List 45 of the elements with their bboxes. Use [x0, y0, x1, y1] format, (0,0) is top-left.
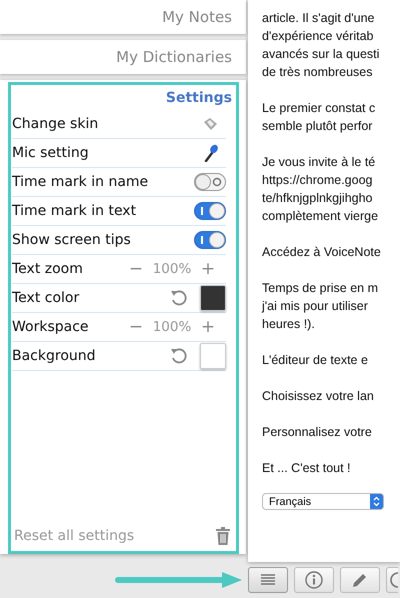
decrease-button[interactable]: − [122, 317, 150, 337]
toolbar-button[interactable] [340, 567, 380, 593]
toggle-switch[interactable] [194, 231, 226, 249]
toggle-switch[interactable] [194, 202, 226, 220]
setting-label: Show screen tips [12, 232, 131, 248]
setting-label: Change skin [12, 116, 98, 132]
paragraph: Et ... C'est tout ! [262, 460, 352, 477]
stepper-arrows-icon [370, 494, 383, 509]
increase-button[interactable]: + [194, 317, 222, 337]
toolbar-button[interactable] [248, 567, 288, 593]
paragraph: Personnalisez votre [262, 424, 373, 441]
nav-tab[interactable]: My Notes [162, 8, 232, 26]
color-swatch[interactable] [200, 285, 226, 311]
color-swatch[interactable] [200, 343, 226, 369]
paragraph: Temps de prise en m j'ai mis pour utiliser heures !). [262, 280, 380, 333]
paragraph: Je vous invite à le té https://chrome.goog te/hfknjgplnkgjihgho complètement vierge [262, 154, 380, 225]
setting-label: Workspace [12, 319, 89, 335]
microphone-icon [204, 144, 218, 162]
setting-label: Mic setting [12, 145, 89, 161]
reset-link[interactable]: Reset all settings [14, 528, 134, 544]
toggle-switch[interactable] [194, 173, 226, 191]
info-icon [305, 571, 323, 589]
paragraph: Accédez à VoiceNote [262, 244, 382, 261]
setting-label: Text zoom [12, 261, 83, 277]
reset-icon[interactable] [170, 347, 188, 365]
toolbar-button[interactable] [294, 567, 334, 593]
pencil-icon [352, 572, 368, 588]
toolbar-button[interactable] [386, 567, 398, 593]
paragraph: Le premier constat c semble plutôt perfor [262, 100, 376, 135]
setting-label: Time mark in text [12, 203, 136, 219]
setting-label: Time mark in name [12, 174, 148, 190]
trash-icon[interactable] [216, 527, 230, 545]
language-select[interactable]: Français [262, 493, 384, 510]
increase-button[interactable]: + [194, 259, 222, 279]
paragraph: Choisissez votre lan [262, 388, 375, 405]
zoom-value: 100% [152, 261, 192, 277]
list-icon [261, 574, 275, 586]
reset-icon[interactable] [170, 289, 188, 307]
setting-label: Background [12, 348, 96, 364]
setting-label: Text color [12, 290, 80, 306]
zoom-value: 100% [152, 319, 192, 335]
paragraph: article. Il s'agit d'une d'expérience véritab avancés sur la questi de très nombreuses [262, 10, 380, 81]
decrease-button[interactable]: − [122, 259, 150, 279]
panel-title: Settings [164, 89, 233, 108]
paragraph: L'éditeur de texte e [262, 352, 369, 369]
